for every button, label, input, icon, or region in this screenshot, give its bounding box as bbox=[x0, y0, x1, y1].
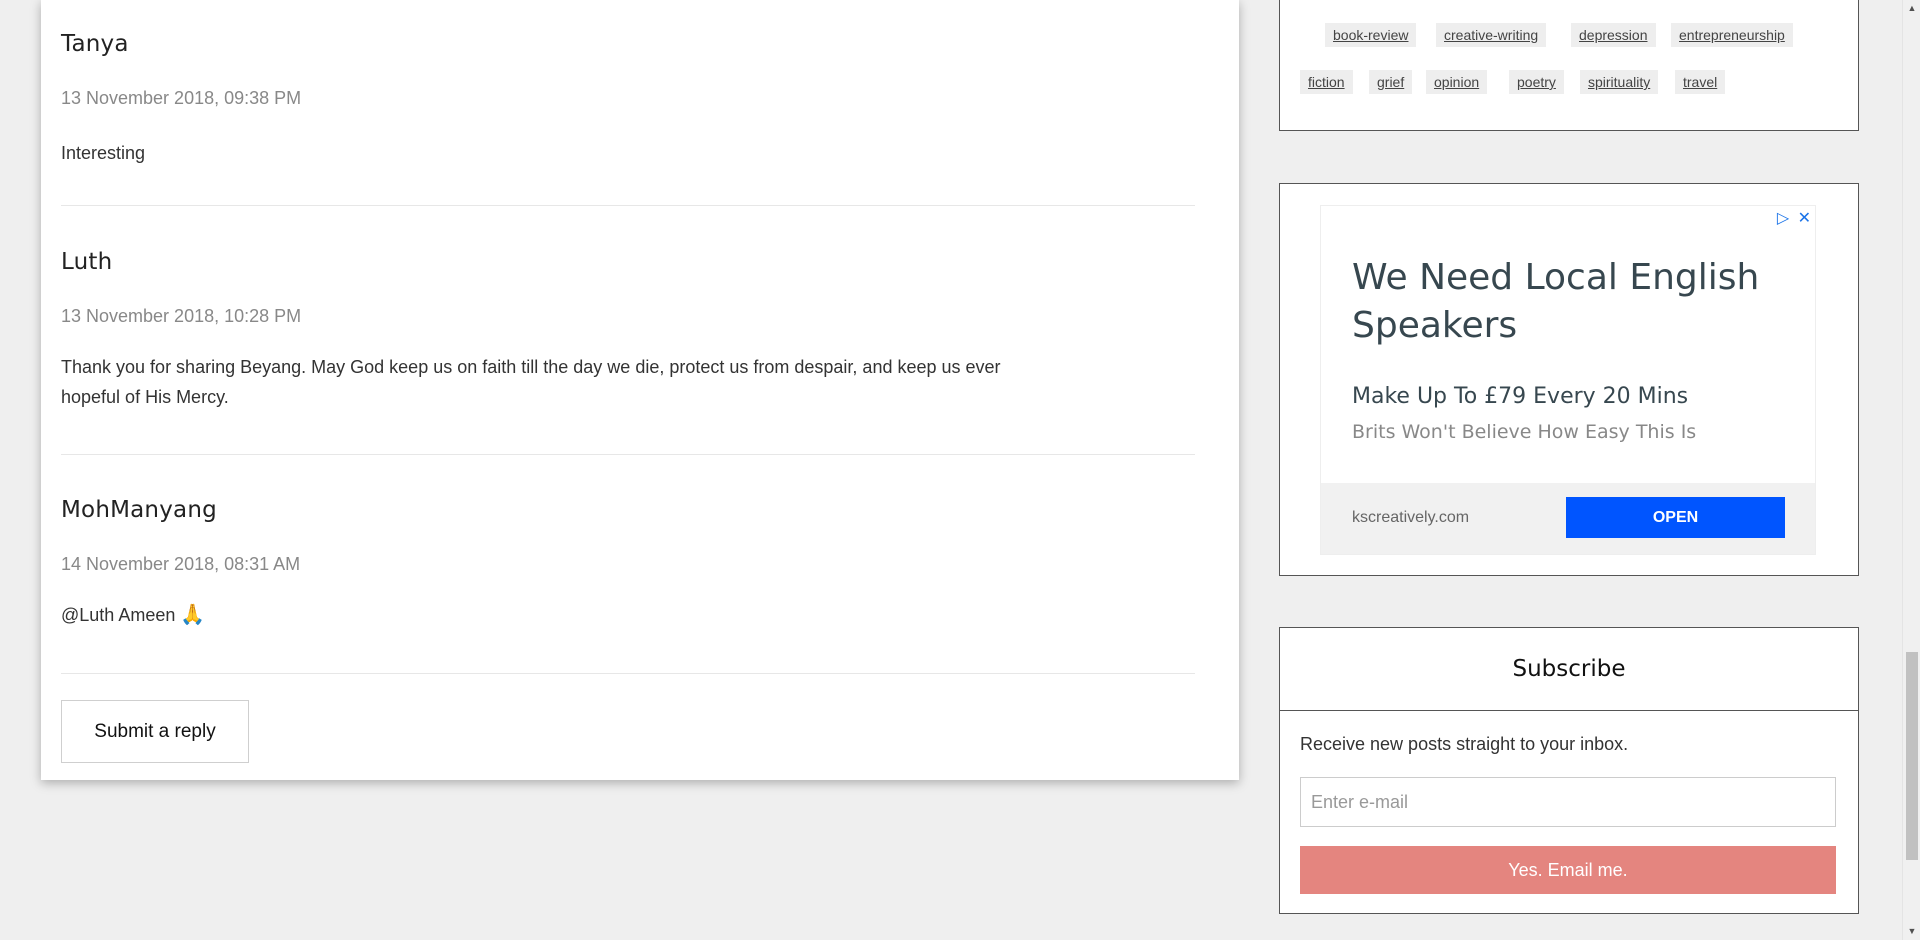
close-icon[interactable]: ✕ bbox=[1798, 210, 1811, 227]
subscribe-widget: Subscribe Receive new posts straight to … bbox=[1279, 627, 1859, 914]
tag-poetry[interactable]: poetry bbox=[1509, 70, 1564, 94]
tag-creative-writing[interactable]: creative-writing bbox=[1436, 23, 1547, 47]
tag-spirituality[interactable]: spirituality bbox=[1580, 70, 1659, 94]
scrollbar-thumb[interactable] bbox=[1906, 652, 1918, 860]
comment-item: Luth 13 November 2018, 10:28 PM Thank yo… bbox=[61, 206, 1195, 455]
ad-box[interactable]: ▷ ✕ We Need Local English Speakers Make … bbox=[1320, 205, 1816, 555]
comment-author: MohManyang bbox=[61, 497, 217, 523]
scroll-down-arrow-icon[interactable]: ▼ bbox=[1903, 923, 1920, 940]
comment-date: 14 November 2018, 08:31 AM bbox=[61, 554, 301, 574]
tag-entrepreneurship[interactable]: entrepreneurship bbox=[1671, 23, 1793, 47]
comment-body: Thank you for sharing Beyang. May God ke… bbox=[61, 357, 1001, 407]
comment-author: Tanya bbox=[61, 31, 129, 57]
ad-widget: ▷ ✕ We Need Local English Speakers Make … bbox=[1279, 183, 1859, 576]
tag-fiction[interactable]: fiction bbox=[1300, 70, 1353, 94]
comment-item: MohManyang 14 November 2018, 08:31 AM @L… bbox=[61, 455, 1195, 674]
ad-domain: kscreatively.com bbox=[1352, 509, 1470, 526]
ad-footer: kscreatively.com OPEN bbox=[1321, 483, 1815, 554]
comment-text: @Luth Ameen bbox=[61, 605, 176, 625]
ad-open-button[interactable]: OPEN bbox=[1566, 497, 1785, 538]
ad-controls: ▷ ✕ bbox=[1773, 208, 1811, 228]
comment-author: Luth bbox=[61, 249, 113, 275]
subscribe-description: Receive new posts straight to your inbox… bbox=[1300, 734, 1629, 754]
tag-opinion[interactable]: opinion bbox=[1426, 70, 1488, 94]
comment-date: 13 November 2018, 10:28 PM bbox=[61, 306, 302, 326]
submit-reply-button[interactable]: Submit a reply bbox=[61, 700, 249, 763]
scroll-up-arrow-icon[interactable]: ▲ bbox=[1903, 0, 1920, 17]
ad-headline[interactable]: We Need Local English Speakers bbox=[1352, 254, 1792, 350]
subscribe-title: Subscribe bbox=[1280, 628, 1858, 711]
tag-depression[interactable]: depression bbox=[1571, 23, 1656, 47]
comment-body: Interesting bbox=[61, 143, 146, 163]
ad-description[interactable]: Brits Won't Believe How Easy This Is bbox=[1352, 421, 1696, 443]
praying-hands-icon: 🙏 bbox=[180, 604, 206, 626]
ad-subheadline[interactable]: Make Up To £79 Every 20 Mins bbox=[1352, 384, 1688, 409]
tag-travel[interactable]: travel bbox=[1675, 70, 1726, 94]
subscribe-button[interactable]: Yes. Email me. bbox=[1300, 846, 1836, 894]
vertical-scrollbar[interactable]: ▲ ▼ bbox=[1902, 0, 1920, 940]
adchoices-icon[interactable]: ▷ bbox=[1777, 210, 1789, 227]
comments-card: Tanya 13 November 2018, 09:38 PM Interes… bbox=[41, 0, 1239, 780]
tag-book-review[interactable]: book-review bbox=[1325, 23, 1417, 47]
comment-date: 13 November 2018, 09:38 PM bbox=[61, 88, 302, 108]
tag-grief[interactable]: grief bbox=[1369, 70, 1413, 94]
tags-widget: book-review creative-writing depression … bbox=[1279, 0, 1859, 131]
comment-item: Tanya 13 November 2018, 09:38 PM Interes… bbox=[61, 0, 1195, 206]
email-input[interactable] bbox=[1300, 777, 1836, 827]
comment-body: @Luth Ameen 🙏 bbox=[61, 600, 1021, 630]
